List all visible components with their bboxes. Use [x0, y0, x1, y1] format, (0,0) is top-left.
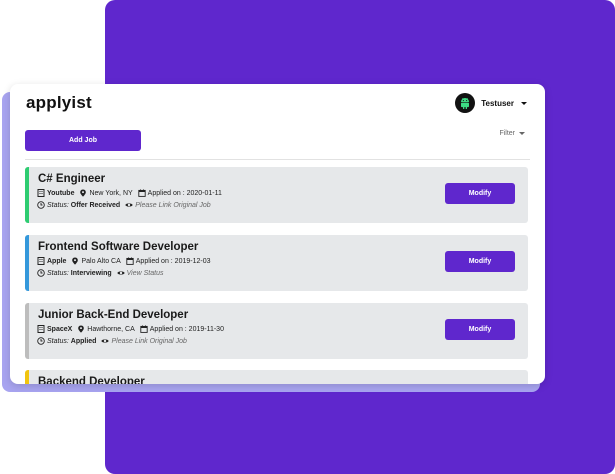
- eye-icon: [116, 269, 125, 277]
- map-pin-icon: [77, 325, 85, 333]
- user-menu[interactable]: Testuser: [455, 93, 527, 113]
- status-label: Status:: [47, 269, 69, 277]
- modify-button[interactable]: Modify: [445, 251, 515, 272]
- job-details: Youtube New York, NY Applied on : 2020-0…: [37, 189, 222, 197]
- job-location: Palo Alto CA: [81, 257, 121, 265]
- job-details: Apple Palo Alto CA Applied on : 2019-12-…: [37, 257, 211, 265]
- status-label: Status:: [47, 337, 69, 345]
- job-card: Backend Developer: [25, 370, 528, 384]
- job-link[interactable]: Please Link Original Job: [111, 338, 187, 345]
- job-card: C# Engineer Youtube New York, NY Applied…: [25, 167, 528, 223]
- applied-date: Applied on : 2019-12-03: [135, 257, 211, 265]
- company-name: Youtube: [47, 189, 75, 197]
- job-details: SpaceX Hawthorne, CA Applied on : 2019-1…: [37, 325, 224, 333]
- job-location: Hawthorne, CA: [87, 325, 135, 333]
- job-link[interactable]: Please Link Original Job: [135, 202, 211, 209]
- chevron-down-icon: [519, 132, 525, 135]
- android-icon: [461, 98, 470, 109]
- calendar-icon: [126, 257, 134, 265]
- job-title: Backend Developer: [38, 376, 145, 384]
- modify-button[interactable]: Modify: [445, 183, 515, 204]
- job-title: Frontend Software Developer: [38, 241, 199, 253]
- company-name: SpaceX: [47, 325, 73, 333]
- job-title: C# Engineer: [38, 173, 106, 185]
- job-link[interactable]: View Status: [127, 270, 164, 277]
- calendar-icon: [140, 325, 148, 333]
- status-value: Interviewing: [70, 269, 112, 277]
- avatar: [455, 93, 476, 113]
- job-card: Frontend Software Developer Apple Palo A…: [25, 235, 528, 291]
- eye-icon: [101, 337, 110, 345]
- status-value: Offer Received: [70, 201, 121, 209]
- divider: [25, 159, 530, 160]
- building-icon: [37, 325, 45, 333]
- add-job-button[interactable]: Add Job: [25, 130, 141, 151]
- map-pin-icon: [79, 189, 87, 197]
- job-status-line: Status: Interviewing View Status: [37, 269, 163, 277]
- chevron-down-icon: [521, 101, 527, 105]
- map-pin-icon: [71, 257, 79, 265]
- job-location: New York, NY: [89, 189, 133, 197]
- username: Testuser: [481, 98, 514, 108]
- modify-button[interactable]: Modify: [445, 319, 515, 340]
- clock-icon: [37, 337, 45, 345]
- app-logo: applyist: [26, 93, 92, 112]
- app-window: applyist Testuser Add Job Filter C# Engi…: [10, 84, 545, 384]
- applied-date: Applied on : 2020-01-11: [147, 189, 222, 197]
- building-icon: [37, 189, 45, 197]
- eye-icon: [125, 201, 133, 209]
- job-status-line: Status: Offer Received Please Link Origi…: [37, 201, 211, 209]
- filter-dropdown[interactable]: Filter: [499, 130, 525, 137]
- company-name: Apple: [47, 257, 67, 265]
- job-status-line: Status: Applied Please Link Original Job: [37, 337, 187, 345]
- status-label: Status:: [47, 201, 69, 209]
- job-card: Junior Back-End Developer SpaceX Hawthor…: [25, 303, 528, 359]
- job-title: Junior Back-End Developer: [38, 309, 189, 321]
- applied-date: Applied on : 2019-11-30: [149, 325, 224, 333]
- calendar-icon: [138, 189, 146, 197]
- status-value: Applied: [70, 337, 97, 345]
- building-icon: [37, 257, 45, 265]
- clock-icon: [37, 269, 45, 277]
- clock-icon: [37, 201, 45, 209]
- filter-label: Filter: [499, 130, 515, 137]
